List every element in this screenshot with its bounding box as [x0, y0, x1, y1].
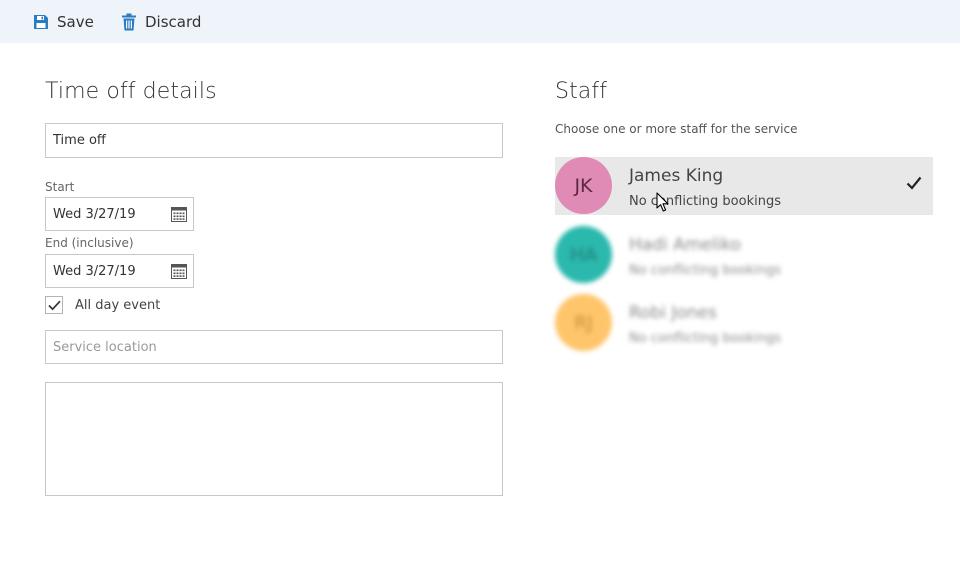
- all-day-checkbox[interactable]: [45, 296, 63, 314]
- staff-status: No conflicting bookings: [629, 331, 781, 346]
- save-icon: [34, 14, 48, 29]
- discard-label: Discard: [145, 12, 202, 31]
- end-date-field[interactable]: Wed 3/27/19: [45, 254, 194, 288]
- discard-button[interactable]: Discard: [121, 0, 201, 43]
- end-date-value: Wed 3/27/19: [53, 263, 136, 279]
- avatar: RJ: [555, 294, 612, 351]
- staff-title: Staff: [555, 79, 608, 104]
- calendar-icon[interactable]: [171, 206, 187, 222]
- title-input[interactable]: [45, 123, 503, 158]
- staff-item-james-king[interactable]: JK James King No conflicting bookings: [555, 157, 933, 215]
- start-date-value: Wed 3/27/19: [53, 206, 136, 222]
- staff-item-2[interactable]: HA Hadi Ameliko No conflicting bookings: [555, 226, 933, 284]
- staff-name: James King: [629, 166, 724, 186]
- staff-item-3[interactable]: RJ Robi Jones No conflicting bookings: [555, 294, 933, 352]
- start-label: Start: [45, 180, 75, 194]
- trash-icon: [122, 13, 136, 30]
- notes-textarea[interactable]: [45, 382, 503, 496]
- details-title: Time off details: [45, 79, 217, 104]
- command-bar: Save Discard: [0, 0, 960, 43]
- end-label: End (inclusive): [45, 236, 134, 250]
- all-day-label: All day event: [75, 297, 161, 313]
- avatar: JK: [555, 157, 612, 214]
- staff-subtitle: Choose one or more staff for the service: [555, 122, 798, 136]
- selected-check-icon: [906, 176, 922, 190]
- calendar-icon[interactable]: [171, 263, 187, 279]
- staff-status: No conflicting bookings: [629, 194, 781, 209]
- service-location-input[interactable]: [45, 330, 503, 364]
- staff-status: No conflicting bookings: [629, 263, 781, 278]
- start-date-field[interactable]: Wed 3/27/19: [45, 197, 194, 231]
- save-label: Save: [57, 12, 94, 31]
- all-day-row: All day event: [45, 296, 160, 314]
- staff-name: Hadi Ameliko: [629, 235, 741, 255]
- staff-name: Robi Jones: [629, 303, 717, 323]
- avatar: HA: [555, 226, 612, 283]
- save-button[interactable]: Save: [33, 0, 94, 43]
- checkmark-icon: [47, 300, 61, 310]
